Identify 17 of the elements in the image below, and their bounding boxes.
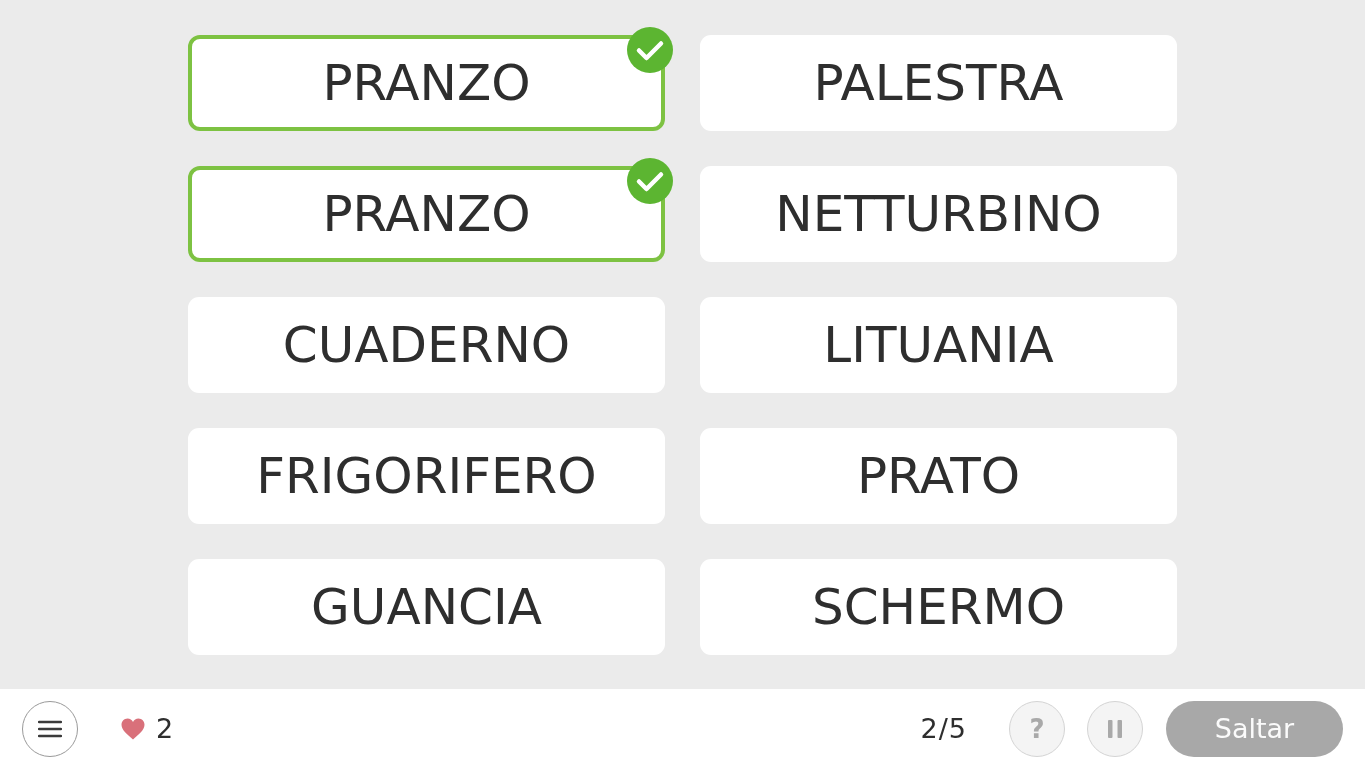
word-card[interactable]: PALESTRA <box>700 35 1177 131</box>
word-card[interactable]: PRANZO <box>188 166 665 262</box>
progress-counter: 2/5 <box>920 713 967 744</box>
word-card[interactable]: PRATO <box>700 428 1177 524</box>
lives-count: 2 <box>156 713 174 744</box>
word-card[interactable]: PRANZO <box>188 35 665 131</box>
word-card[interactable]: FRIGORIFERO <box>188 428 665 524</box>
word-card[interactable]: LITUANIA <box>700 297 1177 393</box>
check-icon <box>627 27 673 73</box>
word-card[interactable]: CUADERNO <box>188 297 665 393</box>
pause-icon <box>1108 719 1122 738</box>
word-card[interactable]: GUANCIA <box>188 559 665 655</box>
heart-icon <box>121 717 145 740</box>
word-card[interactable]: NETTURBINO <box>700 166 1177 262</box>
check-icon <box>627 158 673 204</box>
menu-icon <box>38 719 62 738</box>
word-card[interactable]: SCHERMO <box>700 559 1177 655</box>
